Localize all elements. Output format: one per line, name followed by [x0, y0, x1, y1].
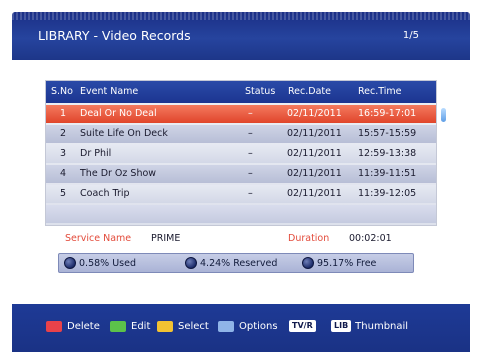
row-number: 4 — [60, 168, 67, 179]
table-row[interactable]: 4 The Dr Oz Show – 02/11/2011 11:39-11:5… — [46, 165, 436, 183]
row-event-name: Dr Phil — [80, 148, 112, 159]
table-header: S.No Event Name Status Rec.Date Rec.Time — [46, 81, 436, 103]
page-indicator: 1/5 — [402, 30, 419, 41]
service-name-label: Service Name — [65, 233, 132, 244]
tvr-button-icon: TV/R — [289, 320, 316, 332]
table-row[interactable]: 3 Dr Phil – 02/11/2011 12:59-13:38 — [46, 145, 436, 163]
row-rec-date: 02/11/2011 — [287, 188, 342, 199]
row-rec-date: 02/11/2011 — [287, 168, 342, 179]
row-number: 2 — [60, 128, 67, 139]
service-name-value: PRIME — [151, 233, 181, 244]
blue-key-icon — [218, 320, 234, 332]
column-header-event-name: Event Name — [80, 86, 139, 97]
row-status: – — [248, 108, 253, 119]
header-texture — [12, 12, 470, 20]
table-row[interactable]: 2 Suite Life On Deck – 02/11/2011 15:57-… — [46, 125, 436, 143]
row-rec-time: 12:59-13:38 — [358, 148, 417, 159]
table-row-selected[interactable]: 1 Deal Or No Deal – 02/11/2011 16:59-17:… — [46, 105, 436, 123]
options-key[interactable]: Options — [218, 319, 278, 333]
disk-icon — [302, 257, 314, 269]
usage-used: 0.58% Used — [64, 257, 136, 269]
red-key-icon — [46, 320, 62, 332]
usage-reserved-text: 4.24% Reserved — [200, 257, 278, 269]
options-label: Options — [239, 320, 278, 332]
disk-usage-bar: 0.58% Used 4.24% Reserved 95.17% Free — [58, 253, 414, 273]
thumbnail-label: Thumbnail — [355, 320, 409, 332]
column-header-rec-date: Rec.Date — [288, 86, 331, 97]
row-event-name: Deal Or No Deal — [80, 108, 157, 119]
records-table: S.No Event Name Status Rec.Date Rec.Time… — [45, 80, 437, 226]
row-event-name: Suite Life On Deck — [80, 128, 168, 139]
row-rec-time: 11:39-12:05 — [358, 188, 417, 199]
usage-free-text: 95.17% Free — [317, 257, 377, 269]
screen: LIBRARY - Video Records 1/5 S.No Event N… — [0, 0, 479, 362]
disk-icon — [64, 257, 76, 269]
disk-icon — [185, 257, 197, 269]
row-status: – — [248, 148, 253, 159]
row-rec-time: 11:39-11:51 — [358, 168, 417, 179]
green-key-icon — [110, 320, 126, 332]
row-status: – — [248, 168, 253, 179]
row-number: 5 — [60, 188, 67, 199]
page-title: LIBRARY - Video Records — [38, 28, 191, 43]
row-rec-date: 02/11/2011 — [287, 148, 342, 159]
usage-used-text: 0.58% Used — [79, 257, 136, 269]
scrollbar-thumb[interactable] — [441, 108, 446, 122]
table-row-empty — [46, 205, 436, 223]
thumbnail-key[interactable]: LIB Thumbnail — [331, 319, 408, 333]
row-number: 3 — [60, 148, 67, 159]
row-status: – — [248, 188, 253, 199]
column-header-status: Status — [245, 86, 276, 97]
row-rec-date: 02/11/2011 — [287, 108, 342, 119]
row-rec-time: 16:59-17:01 — [358, 108, 417, 119]
row-status: – — [248, 128, 253, 139]
tv-radio-key[interactable]: TV/R — [289, 319, 320, 333]
select-label: Select — [178, 320, 209, 332]
row-event-name: The Dr Oz Show — [80, 168, 157, 179]
select-key[interactable]: Select — [157, 319, 209, 333]
edit-label: Edit — [131, 320, 151, 332]
table-row[interactable]: 5 Coach Trip – 02/11/2011 11:39-12:05 — [46, 185, 436, 203]
delete-label: Delete — [67, 320, 100, 332]
usage-free: 95.17% Free — [302, 257, 376, 269]
row-rec-time: 15:57-15:59 — [358, 128, 417, 139]
delete-key[interactable]: Delete — [46, 319, 100, 333]
usage-reserved: 4.24% Reserved — [185, 257, 277, 269]
lib-button-icon: LIB — [331, 320, 352, 332]
duration-label: Duration — [288, 233, 330, 244]
duration-value: 00:02:01 — [349, 233, 392, 244]
column-header-sno: S.No — [51, 86, 73, 97]
row-rec-date: 02/11/2011 — [287, 128, 342, 139]
edit-key[interactable]: Edit — [110, 319, 150, 333]
row-event-name: Coach Trip — [80, 188, 130, 199]
yellow-key-icon — [157, 320, 173, 332]
row-number: 1 — [60, 108, 67, 119]
column-header-rec-time: Rec.Time — [358, 86, 402, 97]
